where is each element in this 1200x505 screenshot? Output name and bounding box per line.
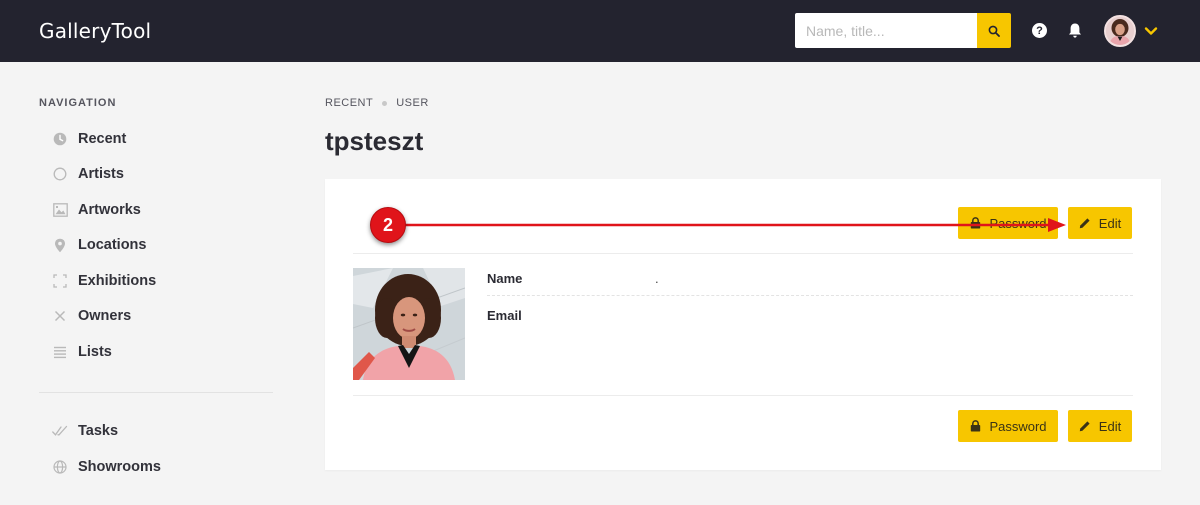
name-value: . — [655, 271, 659, 286]
edit-button-bottom[interactable]: Edit — [1068, 410, 1132, 442]
name-label: Name — [487, 271, 523, 286]
password-button-label: Password — [989, 418, 1047, 434]
sidebar-item-artworks[interactable]: Artworks — [52, 199, 141, 221]
sidebar-item-artists[interactable]: Artists — [52, 163, 124, 185]
pencil-icon — [1079, 420, 1091, 432]
sidebar-item-locations[interactable]: Locations — [52, 234, 146, 256]
sidebar-item-showrooms[interactable]: Showrooms — [52, 456, 161, 478]
help-icon[interactable]: ? — [1032, 23, 1047, 38]
edit-button-label: Edit — [1098, 418, 1122, 434]
card-divider — [353, 253, 1133, 254]
chevron-down-icon[interactable] — [1144, 26, 1158, 36]
edit-button-label: Edit — [1098, 215, 1122, 231]
breadcrumb-item-user: USER — [396, 97, 429, 109]
sidebar-item-label: Lists — [78, 344, 112, 360]
app-brand[interactable]: GalleryTool — [39, 19, 151, 43]
bell-icon[interactable] — [1067, 22, 1083, 39]
user-avatar[interactable] — [1104, 15, 1136, 47]
list-icon — [52, 344, 68, 360]
pencil-icon — [1079, 217, 1091, 229]
breadcrumb: RECENT USER — [325, 97, 429, 109]
sidebar-item-label: Recent — [78, 131, 127, 147]
avatar-portrait-icon — [1106, 17, 1134, 45]
sidebar-item-label: Artworks — [78, 202, 141, 218]
user-photo — [353, 268, 465, 380]
top-bar: GalleryTool ? — [0, 0, 1200, 62]
image-icon — [52, 202, 68, 218]
globe-icon — [52, 459, 68, 475]
lock-icon — [969, 420, 981, 432]
clock-icon — [52, 131, 68, 147]
sidebar-divider — [39, 392, 273, 393]
sidebar-item-exhibitions[interactable]: Exhibitions — [52, 270, 156, 292]
search-icon — [988, 25, 1000, 37]
sidebar-item-lists[interactable]: Lists — [52, 341, 112, 363]
sidebar-item-owners[interactable]: Owners — [52, 305, 131, 327]
search-input[interactable] — [795, 13, 977, 48]
nav-heading: NAVIGATION — [39, 97, 117, 109]
sidebar-item-label: Tasks — [78, 423, 119, 439]
sidebar-item-label: Artists — [78, 166, 124, 182]
breadcrumb-separator — [382, 100, 388, 106]
password-button-bottom[interactable]: Password — [958, 410, 1058, 442]
double-check-icon — [52, 423, 68, 439]
annotation-step-badge: 2 — [370, 207, 406, 243]
field-divider — [487, 295, 1133, 296]
sidebar-item-label: Showrooms — [78, 459, 161, 475]
map-pin-icon — [52, 237, 68, 253]
annotation-arrow — [404, 218, 1066, 232]
sidebar-item-label: Exhibitions — [78, 273, 157, 289]
edit-button-top[interactable]: Edit — [1068, 207, 1132, 239]
page-title: tpsteszt — [325, 126, 424, 156]
frame-corners-icon — [52, 273, 68, 289]
sidebar-item-label: Owners — [78, 308, 132, 324]
sidebar-item-recent[interactable]: Recent — [52, 128, 126, 150]
circle-icon — [52, 166, 68, 182]
card-divider-bottom — [353, 395, 1133, 396]
sidebar-item-tasks[interactable]: Tasks — [52, 420, 118, 442]
email-label: Email — [487, 308, 522, 323]
breadcrumb-item-recent[interactable]: RECENT — [325, 97, 373, 109]
sidebar-item-label: Locations — [78, 237, 147, 253]
x-icon — [52, 308, 68, 324]
portrait-image-icon — [353, 268, 465, 380]
search-button[interactable] — [977, 13, 1011, 48]
